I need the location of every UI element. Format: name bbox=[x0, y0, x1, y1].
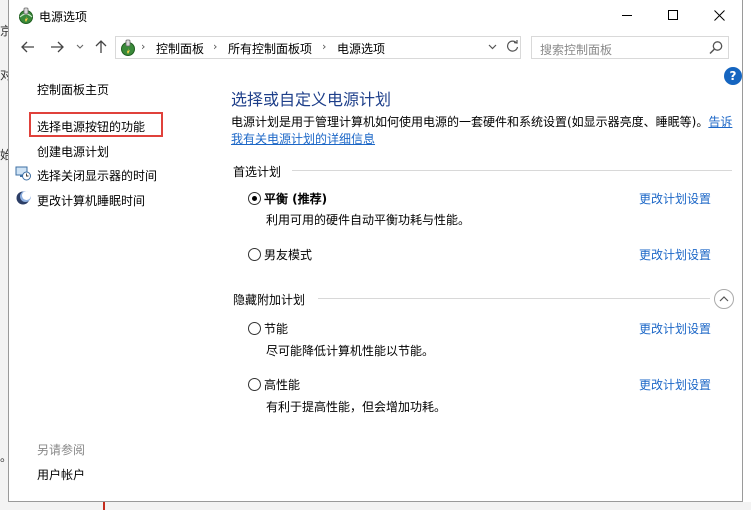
power-options-window: 电源选项 › 控制面板 › 所有控制面板项 › 电源选项 搜索控制面板 控制面板… bbox=[8, 0, 743, 502]
description-link-continued[interactable]: 我有关电源计划的详细信息 bbox=[231, 132, 375, 146]
plan-desc-high-performance: 有利于提高性能，但会增加功耗。 bbox=[266, 400, 447, 414]
window-title: 电源选项 bbox=[39, 10, 88, 24]
recent-locations-button[interactable] bbox=[73, 37, 87, 57]
change-plan-settings-link[interactable]: 更改计划设置 bbox=[639, 320, 711, 337]
up-button[interactable] bbox=[91, 37, 111, 57]
minimize-button[interactable] bbox=[604, 0, 650, 30]
chevron-down-icon bbox=[488, 44, 497, 50]
back-button[interactable] bbox=[17, 37, 39, 57]
background-bottom-strip bbox=[0, 502, 751, 510]
search-icon[interactable] bbox=[708, 40, 724, 56]
breadcrumb-all-control-panel-items[interactable]: 所有控制面板项 bbox=[228, 40, 312, 57]
group-divider bbox=[318, 298, 710, 299]
monitor-clock-icon bbox=[15, 166, 31, 181]
forward-button[interactable] bbox=[46, 37, 68, 57]
address-dropdown-button[interactable] bbox=[488, 40, 497, 53]
close-icon bbox=[713, 9, 725, 21]
sidebar-item-sleep-time[interactable]: 更改计算机睡眠时间 bbox=[37, 192, 145, 209]
breadcrumb-separator-icon: › bbox=[141, 40, 146, 53]
chevron-down-icon bbox=[76, 44, 84, 49]
breadcrumb-separator-icon: › bbox=[213, 40, 218, 53]
arrow-up-icon bbox=[95, 40, 107, 53]
change-plan-settings-link[interactable]: 更改计划设置 bbox=[639, 246, 711, 263]
maximize-button[interactable] bbox=[650, 0, 696, 30]
sidebar-item-display-off-time[interactable]: 选择关闭显示器的时间 bbox=[37, 167, 157, 184]
description-text: 电源计划是用于管理计算机如何使用电源的一套硬件和系统设置(如显示器亮度、睡眠等)… bbox=[231, 115, 709, 129]
breadcrumb-power-options[interactable]: 电源选项 bbox=[337, 40, 385, 57]
address-bar[interactable]: › 控制面板 › 所有控制面板项 › 电源选项 bbox=[115, 36, 521, 59]
description-link[interactable]: 告诉 bbox=[708, 115, 732, 129]
refresh-icon bbox=[506, 40, 519, 52]
see-also-label: 另请参阅 bbox=[37, 443, 86, 457]
plan-radio-high-performance[interactable] bbox=[248, 378, 261, 391]
minimize-icon bbox=[622, 14, 632, 16]
power-options-icon bbox=[121, 39, 135, 56]
chevron-up-icon bbox=[719, 296, 729, 302]
page-title: 选择或自定义电源计划 bbox=[231, 90, 392, 109]
sidebar-item-user-accounts[interactable]: 用户帐户 bbox=[37, 466, 85, 483]
change-plan-settings-link[interactable]: 更改计划设置 bbox=[639, 376, 711, 393]
plan-radio-balanced[interactable] bbox=[248, 192, 261, 205]
plan-radio-power-saver[interactable] bbox=[248, 322, 261, 335]
navigation-bar: › 控制面板 › 所有控制面板项 › 电源选项 搜索控制面板 bbox=[9, 31, 742, 63]
help-icon[interactable]: ? bbox=[724, 67, 742, 85]
search-placeholder: 搜索控制面板 bbox=[540, 43, 613, 57]
hidden-plans-label: 隐藏附加计划 bbox=[233, 293, 306, 307]
breadcrumb-control-panel[interactable]: 控制面板 bbox=[156, 40, 204, 57]
plan-radio-boyfriend-mode[interactable] bbox=[248, 248, 261, 261]
plan-name-boyfriend-mode[interactable]: 男友模式 bbox=[264, 246, 312, 263]
plan-name-high-performance[interactable]: 高性能 bbox=[264, 376, 300, 393]
plan-name-power-saver[interactable]: 节能 bbox=[264, 320, 288, 337]
collapse-hidden-plans-button[interactable] bbox=[714, 289, 734, 309]
plan-desc-power-saver: 尽可能降低计算机性能以节能。 bbox=[266, 344, 435, 358]
plan-desc-balanced: 利用可用的硬件自动平衡功耗与性能。 bbox=[266, 213, 471, 227]
power-options-icon bbox=[19, 7, 33, 24]
breadcrumb-separator-icon: › bbox=[322, 40, 327, 53]
sidebar-item-create-power-plan[interactable]: 创建电源计划 bbox=[37, 143, 109, 160]
preferred-plans-label: 首选计划 bbox=[233, 165, 282, 179]
maximize-icon bbox=[668, 10, 678, 20]
page-description: 电源计划是用于管理计算机如何使用电源的一套硬件和系统设置(如显示器亮度、睡眠等)… bbox=[231, 114, 741, 148]
arrow-right-icon bbox=[51, 41, 64, 53]
arrow-left-icon bbox=[21, 41, 34, 53]
plan-name-balanced[interactable]: 平衡 (推荐) bbox=[264, 190, 327, 207]
title-bar[interactable]: 电源选项 bbox=[9, 0, 742, 31]
close-button[interactable] bbox=[696, 0, 742, 30]
sidebar-item-power-button-function[interactable]: 选择电源按钮的功能 bbox=[37, 118, 145, 135]
refresh-button[interactable] bbox=[506, 39, 519, 57]
group-divider bbox=[292, 170, 732, 171]
change-plan-settings-link[interactable]: 更改计划设置 bbox=[639, 190, 711, 207]
search-box[interactable]: 搜索控制面板 bbox=[531, 36, 729, 59]
sidebar: 控制面板主页 选择电源按钮的功能 创建电源计划 选择关闭显示器的时间 更改计算机… bbox=[9, 63, 215, 501]
sidebar-control-panel-home[interactable]: 控制面板主页 bbox=[37, 81, 109, 98]
background-red-mark bbox=[103, 502, 105, 510]
moon-sleep-icon bbox=[16, 191, 31, 205]
